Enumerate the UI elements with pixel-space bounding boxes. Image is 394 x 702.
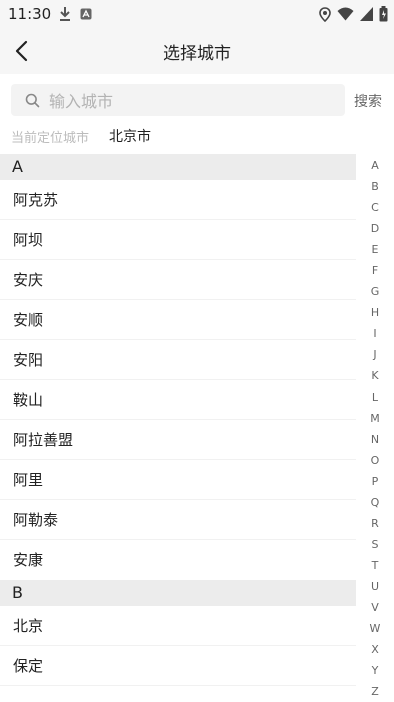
search-input[interactable] bbox=[47, 84, 341, 118]
search-button[interactable]: 搜索 bbox=[354, 91, 382, 111]
city-item[interactable]: 安康 bbox=[0, 540, 356, 580]
wifi-icon bbox=[337, 7, 354, 21]
city-item[interactable]: 阿克苏 bbox=[0, 180, 356, 220]
index-letter-t[interactable]: T bbox=[365, 555, 385, 576]
index-letter-w[interactable]: W bbox=[365, 618, 385, 639]
index-letter-j[interactable]: J bbox=[365, 344, 385, 365]
search-icon bbox=[25, 93, 40, 108]
index-letter-p[interactable]: P bbox=[365, 471, 385, 492]
index-letter-m[interactable]: M bbox=[365, 408, 385, 429]
city-item[interactable]: 阿坝 bbox=[0, 220, 356, 260]
index-letter-f[interactable]: F bbox=[365, 260, 385, 281]
city-item[interactable]: 阿勒泰 bbox=[0, 500, 356, 540]
city-item[interactable]: 阿里 bbox=[0, 460, 356, 500]
city-item[interactable]: 阿拉善盟 bbox=[0, 420, 356, 460]
location-icon bbox=[319, 6, 331, 22]
index-letter-o[interactable]: O bbox=[365, 450, 385, 471]
city-item[interactable]: 安阳 bbox=[0, 340, 356, 380]
city-item[interactable]: 保定 bbox=[0, 646, 356, 686]
index-letter-q[interactable]: Q bbox=[365, 492, 385, 513]
alphabet-index-bar: A B C D E F G H I J K L M N O P Q R S T … bbox=[365, 155, 385, 702]
index-letter-u[interactable]: U bbox=[365, 576, 385, 597]
app-header: 选择城市 bbox=[0, 28, 394, 74]
section-header-b: B bbox=[0, 580, 356, 606]
index-letter-x[interactable]: X bbox=[365, 639, 385, 660]
app-notification-icon bbox=[80, 8, 92, 20]
index-letter-g[interactable]: G bbox=[365, 281, 385, 302]
city-item[interactable]: 安顺 bbox=[0, 300, 356, 340]
index-letter-h[interactable]: H bbox=[365, 302, 385, 323]
index-letter-s[interactable]: S bbox=[365, 534, 385, 555]
status-left-icons bbox=[58, 6, 92, 22]
index-letter-k[interactable]: K bbox=[365, 365, 385, 386]
index-letter-n[interactable]: N bbox=[365, 429, 385, 450]
index-letter-r[interactable]: R bbox=[365, 513, 385, 534]
index-letter-e[interactable]: E bbox=[365, 239, 385, 260]
city-list: A 阿克苏 阿坝 安庆 安顺 安阳 鞍山 阿拉善盟 阿里 阿勒泰 安康 B 北京… bbox=[0, 154, 356, 686]
status-bar: 11:30 bbox=[0, 0, 394, 28]
search-box bbox=[11, 84, 345, 118]
page-title: 选择城市 bbox=[163, 44, 231, 64]
index-letter-c[interactable]: C bbox=[365, 197, 385, 218]
city-item[interactable]: 安庆 bbox=[0, 260, 356, 300]
status-time: 11:30 bbox=[8, 5, 52, 23]
current-location-city[interactable]: 北京市 bbox=[109, 126, 151, 146]
section-header-a: A bbox=[0, 154, 356, 180]
index-letter-z[interactable]: Z bbox=[365, 681, 385, 702]
status-right-icons bbox=[319, 6, 388, 22]
download-icon bbox=[60, 7, 70, 21]
city-picker-screen: 11:30 选择城市 输入城市 搜索 当前定位城市 北京市 A 阿克苏 阿坝 安… bbox=[0, 0, 394, 702]
index-letter-b[interactable]: B bbox=[365, 176, 385, 197]
index-letter-a[interactable]: A bbox=[365, 155, 385, 176]
city-item[interactable]: 北京 bbox=[0, 606, 356, 646]
signal-icon bbox=[360, 7, 373, 21]
index-letter-d[interactable]: D bbox=[365, 218, 385, 239]
city-item[interactable]: 鞍山 bbox=[0, 380, 356, 420]
index-letter-i[interactable]: I bbox=[365, 323, 385, 344]
current-location-label: 当前定位城市 bbox=[11, 131, 90, 146]
index-letter-l[interactable]: L bbox=[365, 387, 385, 408]
battery-icon bbox=[379, 6, 388, 22]
index-letter-y[interactable]: Y bbox=[365, 660, 385, 681]
index-letter-v[interactable]: V bbox=[365, 597, 385, 618]
